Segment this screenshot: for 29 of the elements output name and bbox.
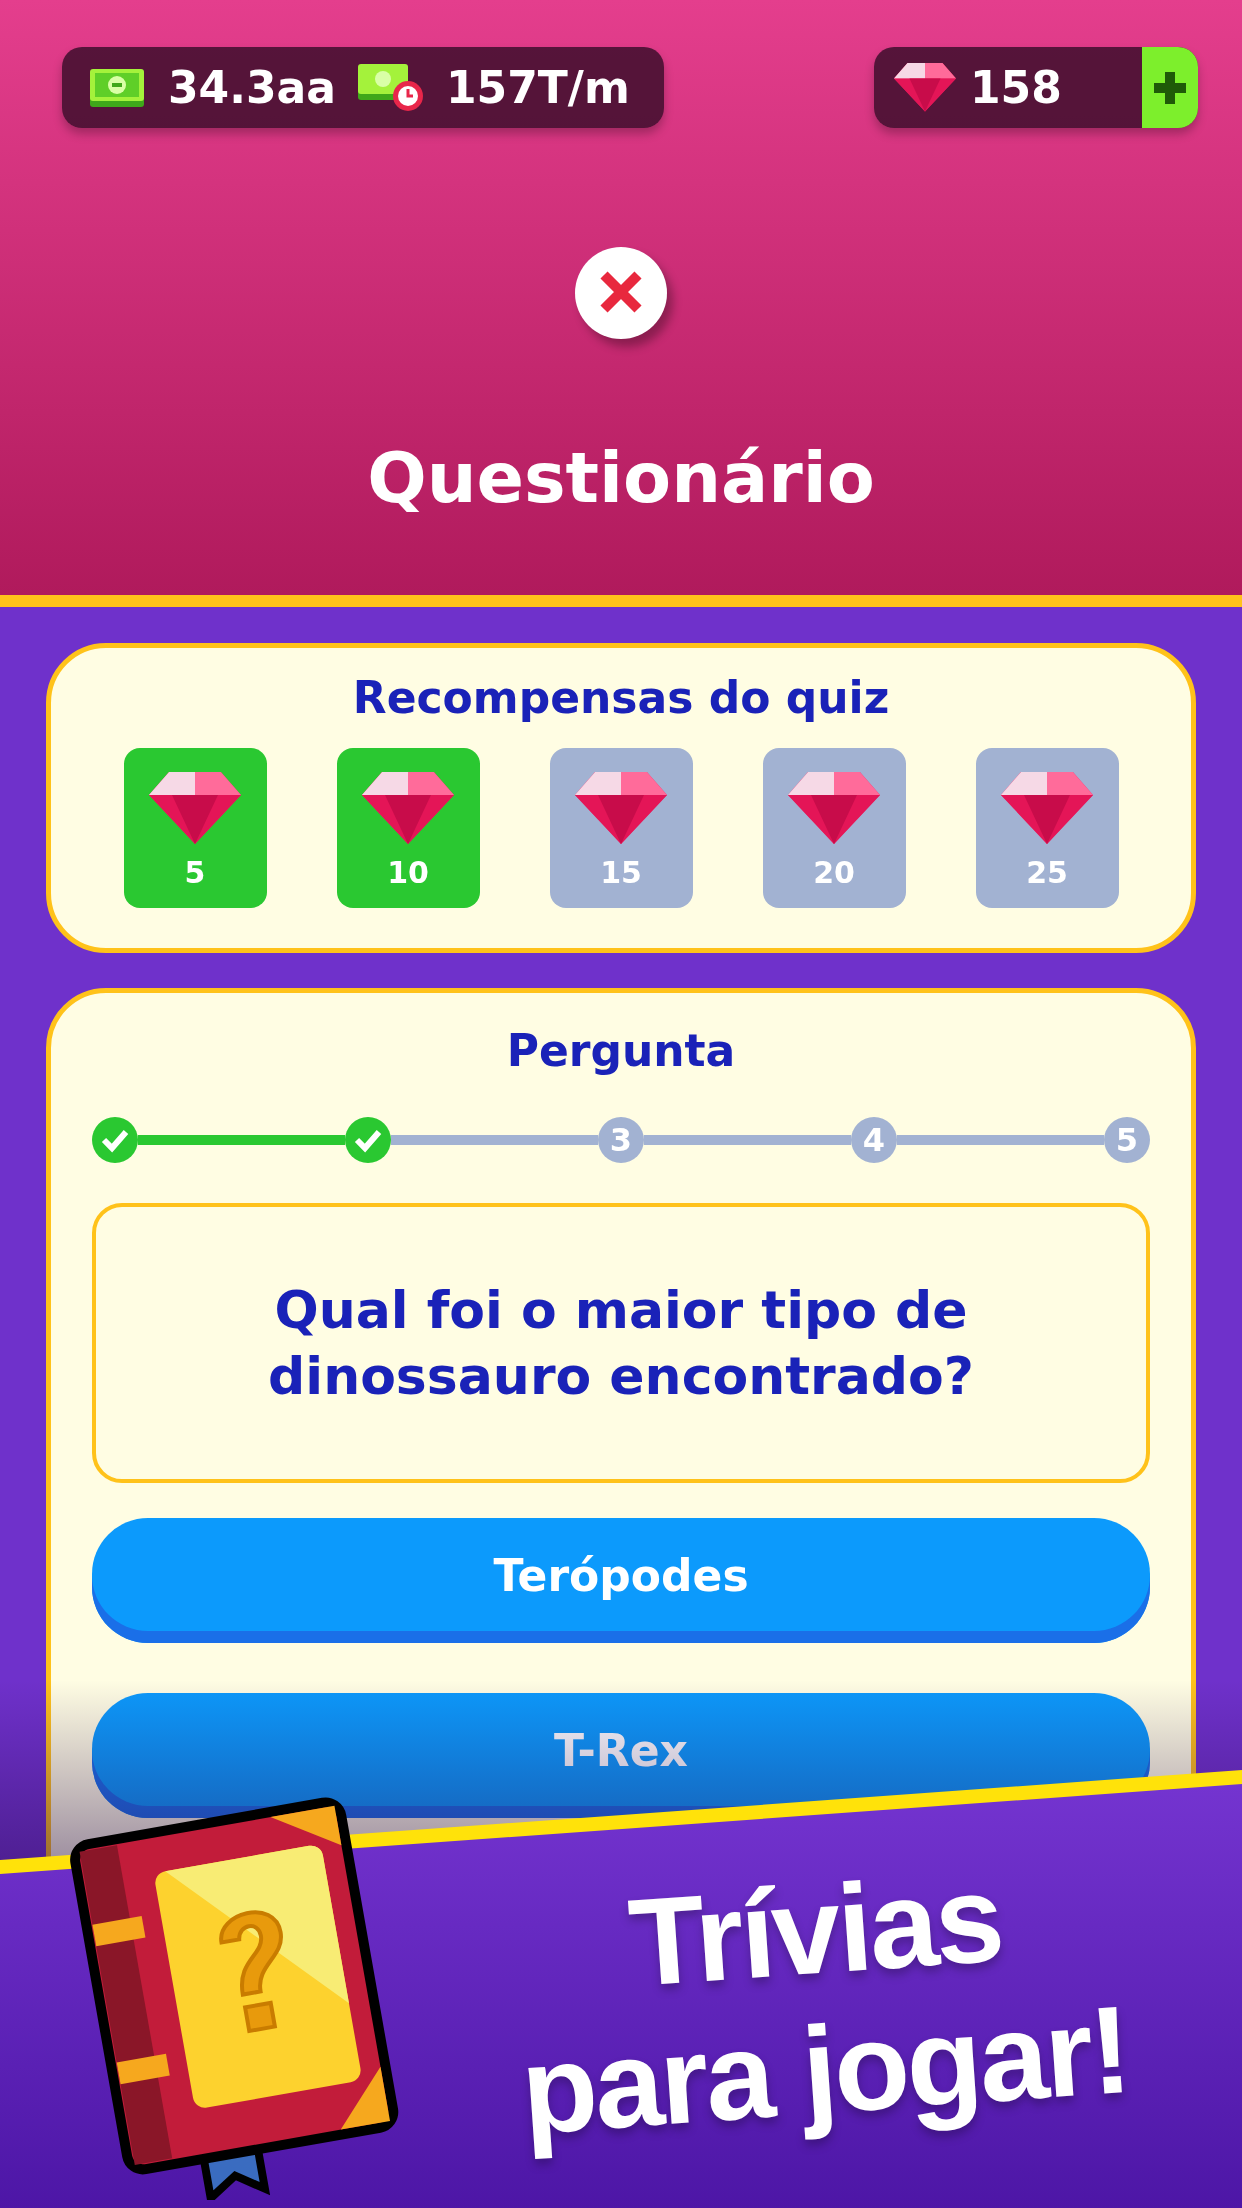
reward-amount: 5	[184, 855, 206, 890]
gem-icon	[1001, 772, 1093, 844]
question-heading: Pergunta	[505, 1024, 737, 1078]
add-gems-button[interactable]	[1142, 47, 1198, 128]
question-text: Qual foi o maior tipo de dinossauro encontrado?	[267, 1279, 975, 1408]
answer-button[interactable]: Terópodes	[92, 1518, 1150, 1643]
reward-amount: 15	[600, 855, 642, 890]
cash-amount: 34.3aa	[168, 65, 336, 110]
step-number: 4	[851, 1117, 897, 1163]
cash-icon	[90, 68, 146, 107]
rewards-title: Recompensas do quiz	[351, 671, 891, 725]
gem-icon	[575, 772, 667, 844]
reward-amount: 20	[813, 855, 855, 890]
plus-icon	[1152, 69, 1188, 106]
gem-icon	[149, 772, 241, 844]
step-number: 3	[598, 1117, 644, 1163]
gem-icon	[788, 772, 880, 844]
gem-count: 158	[970, 65, 1062, 110]
step-number: 5	[1104, 1117, 1150, 1163]
promo-headline: Trívias	[624, 1847, 1006, 2012]
income-rate: 157T/m	[445, 65, 630, 110]
answer-button[interactable]: T-Rex	[92, 1693, 1150, 1818]
cash-clock-icon	[357, 63, 424, 112]
reward-amount: 25	[1026, 855, 1068, 890]
reward-amount: 10	[387, 855, 429, 890]
gem-icon	[362, 772, 454, 844]
gem-icon	[894, 63, 956, 112]
screen-title: Questionário	[366, 436, 876, 520]
close-icon	[598, 268, 644, 315]
